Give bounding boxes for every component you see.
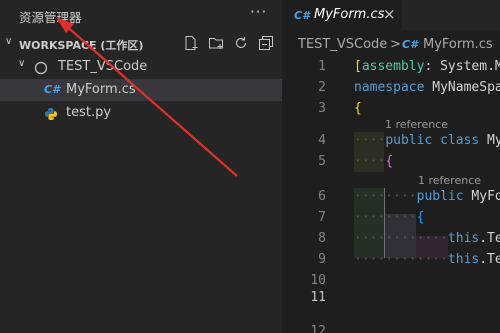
line-number-current: 11 [310,290,326,305]
file-label: MyForm.cs [66,82,136,97]
code-token: MyFo [463,189,500,204]
new-folder-icon[interactable] [208,35,224,51]
refresh-icon[interactable] [233,35,249,51]
breadcrumb: TEST_VSCode > C# MyForm.cs [282,34,500,56]
explorer-header: 资源管理器 ··· [0,0,282,30]
workspace-label: WORKSPACE (工作区) [19,39,144,52]
workspace-actions [183,35,274,51]
file-label: test.py [66,105,112,120]
code-keyword: this [447,252,480,267]
code-line-3: { [354,101,362,116]
line-number: 1 [318,59,326,74]
close-icon[interactable]: × [383,5,396,23]
codelens-reference[interactable]: 1 reference [385,118,448,131]
code-line-1: [assembly: System.M [354,59,500,74]
folder-label: TEST_VSCode [58,59,148,74]
line-number: 2 [318,80,326,95]
collapse-all-icon[interactable] [258,35,274,51]
editor-tab-bar: C# MyForm.cs × [282,0,500,30]
codelens-reference[interactable]: 1 reference [418,174,481,187]
bracket: { [354,101,362,116]
code-line-7: ········{ [354,210,424,225]
code-line-9: ············this.Te [354,252,500,267]
code-line-8: ············this.Te [354,231,500,246]
code-line-6: ········public MyFo [354,189,500,204]
code-keyword: this [447,231,480,246]
code-token: : System.M [424,59,500,74]
whitespace-dots: ············ [354,252,448,267]
line-number: 9 [318,252,326,267]
bracket: { [385,154,394,169]
breadcrumb-file[interactable]: MyForm.cs [423,37,493,52]
tab-myform[interactable]: C# MyForm.cs × [282,0,402,30]
file-row-test-py[interactable]: test.py [0,102,282,124]
code-token: MyNameSpa [424,80,500,95]
bracket: { [416,210,425,225]
whitespace-dots: ···· [354,154,386,169]
code-token: .Te [479,252,500,267]
folder-status-icon [34,60,48,79]
breadcrumb-separator: > [390,37,401,52]
whitespace-dots: ···· [354,133,386,148]
explorer-sidebar: 资源管理器 ··· ∨ WORKSPACE (工作区) ∨ TEST_VSCod… [0,0,282,333]
code-keyword: namespace [354,80,425,95]
whitespace-dots: ········ [354,210,417,225]
line-number: 6 [318,189,326,204]
new-file-icon[interactable] [183,35,199,51]
folder-row[interactable]: ∨ TEST_VSCode [0,56,282,78]
code-token: .Te [479,231,500,246]
chevron-down-icon: ∨ [5,36,13,47]
file-row-myform[interactable]: C# MyForm.cs [0,79,282,101]
workspace-section-header[interactable]: ∨ WORKSPACE (工作区) [0,33,282,55]
code-line-5: ····{ [354,154,393,169]
code-editor[interactable]: 1 2 3 4 5 6 7 8 9 10 11 12 [assembly: Sy… [282,56,500,333]
code-line-4: ····public class My [354,133,500,148]
code-keyword: public class [385,133,480,148]
line-number: 7 [318,210,326,225]
tab-label: MyForm.cs [314,7,385,22]
code-token: My [487,133,500,148]
whitespace-dots: ········ [354,189,417,204]
csharp-file-icon: C# [44,83,60,96]
code-token: assembly [361,59,425,74]
line-number: 10 [310,273,326,288]
whitespace-dots: ············ [354,231,448,246]
line-number: 5 [318,154,326,169]
line-number: 4 [318,133,326,148]
explorer-title: 资源管理器 [19,10,82,25]
bracket: [ [354,59,362,74]
csharp-file-icon: C# [402,38,418,51]
code-keyword: public [416,189,464,204]
line-number: 3 [318,101,326,116]
more-actions-icon[interactable]: ··· [250,3,267,21]
breadcrumb-folder[interactable]: TEST_VSCode [298,37,387,52]
line-number: 12 [310,324,326,333]
code-line-2: namespace MyNameSpa [354,80,500,95]
python-file-icon [44,106,58,120]
line-number: 8 [318,231,326,246]
chevron-down-icon: ∨ [18,58,26,69]
csharp-file-icon: C# [294,9,310,22]
